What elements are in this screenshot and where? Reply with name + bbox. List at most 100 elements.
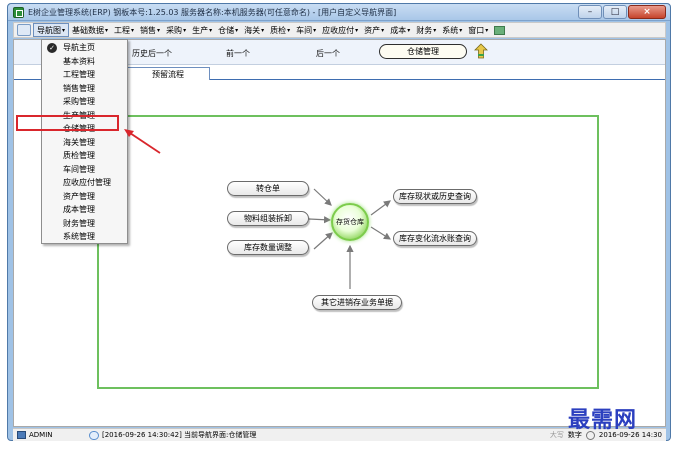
menu-cost[interactable]: 成本 ▾: [387, 23, 413, 37]
dd-item-system[interactable]: 系统管理: [42, 230, 127, 244]
dd-item-sales[interactable]: 销售管理: [42, 82, 127, 96]
menu-customs[interactable]: 海关 ▾: [241, 23, 267, 37]
chevron-down-icon: ▾: [433, 26, 437, 34]
go-up-arrow-icon[interactable]: [474, 43, 488, 59]
chevron-down-icon: ▾: [459, 26, 463, 34]
menu-system[interactable]: 系统 ▾: [439, 23, 465, 37]
chevron-down-icon: ▾: [183, 26, 187, 34]
chevron-down-icon: ▾: [62, 26, 66, 34]
menu-receivables[interactable]: 应收应付 ▾: [319, 23, 361, 37]
dd-item-workshop[interactable]: 车间管理: [42, 163, 127, 177]
dd-item-receivables[interactable]: 应收应付管理: [42, 176, 127, 190]
dd-item-label: 销售管理: [63, 83, 95, 93]
close-button[interactable]: ×: [628, 5, 666, 19]
menu-workshop[interactable]: 车间 ▾: [293, 23, 319, 37]
maximize-button[interactable]: □: [603, 5, 627, 19]
chevron-down-icon: ▾: [261, 26, 265, 34]
menu-navigation[interactable]: 导航图 ▾: [33, 23, 70, 37]
node-transfer-order[interactable]: 转仓单: [227, 181, 309, 196]
dd-item-label: 工程管理: [63, 70, 95, 80]
menu-bar: 导航图 ▾ 基础数据 ▾ 工程 ▾ 销售 ▾ 采购 ▾ 生产 ▾ 仓储 ▾ 海关 ▾ 质检 ▾ 车…: [13, 22, 666, 38]
dd-item-customs[interactable]: 海关管理: [42, 136, 127, 150]
menu-label: 成本: [390, 25, 407, 35]
dd-item-cost[interactable]: 成本管理: [42, 203, 127, 217]
diagram-connectors: [308, 188, 392, 289]
chevron-down-icon: ▾: [131, 26, 135, 34]
menu-quality[interactable]: 质检 ▾: [267, 23, 293, 37]
history-next-button[interactable]: 历史后一个: [132, 48, 172, 59]
menu-label: 仓储: [218, 25, 235, 35]
hub-inventory-warehouse[interactable]: 存货仓库: [331, 203, 369, 241]
arrow-assembly-to-hub: [308, 216, 332, 224]
menu-label: 应收应付: [322, 25, 355, 35]
menu-warehouse[interactable]: 仓储 ▾: [215, 23, 241, 37]
navigation-dropdown: ✓ 导航主页 基本资料 工程管理 销售管理 采购管理 生产管理 仓储管理 海关管理…: [41, 39, 128, 244]
menu-assets[interactable]: 资产 ▾: [361, 23, 387, 37]
prev-button[interactable]: 前一个: [226, 48, 250, 59]
menu-label: 车间: [296, 25, 313, 35]
minimize-button[interactable]: –: [578, 5, 602, 19]
window-controls: – □ ×: [578, 5, 666, 19]
dd-item-basic-info[interactable]: 基本资料: [42, 55, 127, 69]
menu-finance[interactable]: 财务 ▾: [413, 23, 439, 37]
current-nav-page[interactable]: 仓储管理: [379, 44, 467, 59]
dd-item-engineering[interactable]: 工程管理: [42, 68, 127, 82]
node-material-assembly[interactable]: 物料组装拆卸: [227, 211, 309, 226]
menu-production[interactable]: 生产 ▾: [189, 23, 215, 37]
menu-purchasing[interactable]: 采购 ▾: [163, 23, 189, 37]
chevron-down-icon: ▾: [287, 26, 291, 34]
dd-item-label: 财务管理: [63, 218, 95, 228]
app-window: E树企业管理系统(ERP) 钢板本号:1.25.03 服务器名称:本机服务器(可…: [7, 3, 671, 441]
status-message-text: [2016-09-26 14:30:42] 当前导航界面:仓储管理: [102, 431, 257, 439]
app-logo-icon: [13, 7, 24, 18]
chevron-down-icon: ▾: [313, 26, 317, 34]
node-stock-adjustment[interactable]: 库存数量调整: [227, 240, 309, 255]
dd-item-label: 海关管理: [63, 137, 95, 147]
dd-item-label: 资产管理: [63, 191, 95, 201]
menu-label: 海关: [244, 25, 261, 35]
dd-item-assets[interactable]: 资产管理: [42, 190, 127, 204]
arrow-adjust-to-hub: [313, 232, 333, 250]
dd-item-label: 导航主页: [63, 43, 95, 53]
menu-basic-data[interactable]: 基础数据 ▾: [69, 23, 111, 37]
workspace: 历史后一个 前一个 后一个 仓储管理 预留流程 转仓单 物料组装拆卸 库存数量调…: [13, 39, 666, 427]
user-icon: [17, 431, 26, 439]
menu-sales[interactable]: 销售 ▾: [137, 23, 163, 37]
window-list-icon[interactable]: [494, 25, 506, 35]
menu-label: 销售: [140, 25, 157, 35]
highlight-box: [16, 115, 119, 131]
menu-label: 质检: [270, 25, 287, 35]
menu-label: 资产: [364, 25, 381, 35]
watermark-logo: 最需网: [568, 407, 638, 433]
menu-window[interactable]: 窗口 ▾: [465, 23, 491, 37]
dd-item-label: 应收应付管理: [63, 178, 111, 188]
dd-item-label: 车间管理: [63, 164, 95, 174]
node-other-documents[interactable]: 其它进销存业务单据: [312, 295, 402, 310]
dd-item-label: 系统管理: [63, 232, 95, 242]
window-title: E树企业管理系统(ERP) 钢板本号:1.25.03 服务器名称:本机服务器(可…: [28, 8, 397, 17]
dd-item-nav-home[interactable]: ✓ 导航主页: [42, 41, 127, 55]
chevron-down-icon: ▾: [105, 26, 109, 34]
arrow-transfer-to-hub: [313, 188, 332, 206]
dd-item-label: 成本管理: [63, 205, 95, 215]
dd-item-finance[interactable]: 财务管理: [42, 217, 127, 231]
chevron-down-icon: ▾: [485, 26, 489, 34]
next-button[interactable]: 后一个: [316, 48, 340, 59]
title-bar[interactable]: E树企业管理系统(ERP) 钢板本号:1.25.03 服务器名称:本机服务器(可…: [8, 4, 670, 21]
message-icon: [89, 430, 99, 440]
status-message: [2016-09-26 14:30:42] 当前导航界面:仓储管理: [89, 430, 256, 440]
tab-reserved-flow[interactable]: 预留流程: [126, 67, 210, 80]
menu-label: 基础数据: [72, 25, 105, 35]
dd-item-purchasing[interactable]: 采购管理: [42, 95, 127, 109]
menu-label: 财务: [416, 25, 433, 35]
check-icon: ✓: [47, 43, 57, 53]
arrow-hub-to-history: [370, 200, 391, 216]
document-icon[interactable]: [17, 24, 31, 36]
node-stock-history-query[interactable]: 库存现状或历史查询: [393, 189, 477, 204]
menu-engineering[interactable]: 工程 ▾: [111, 23, 137, 37]
node-stock-ledger-query[interactable]: 库存变化流水账查询: [393, 231, 477, 246]
status-user: ADMIN: [17, 431, 53, 439]
dd-item-quality[interactable]: 质检管理: [42, 149, 127, 163]
warehouse-flow-diagram: 转仓单 物料组装拆卸 库存数量调整 存货仓库 库存现状或历史查询 库存变化流水账…: [97, 115, 599, 389]
menu-label: 生产: [192, 25, 209, 35]
